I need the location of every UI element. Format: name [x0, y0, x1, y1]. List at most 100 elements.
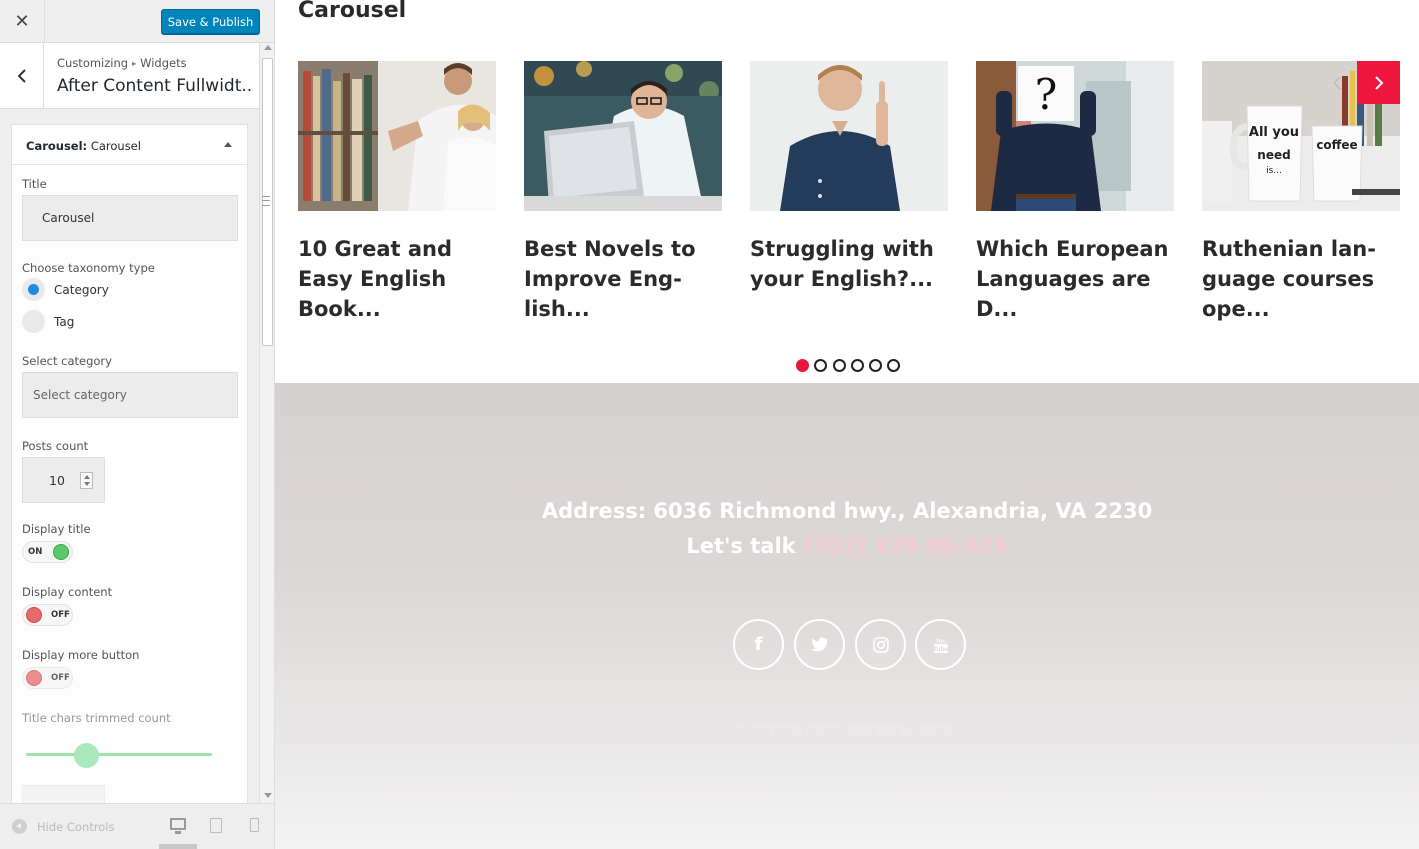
- post-thumbnail[interactable]: ?: [976, 61, 1174, 211]
- widget-title: Carousel: Carousel: [26, 139, 141, 153]
- scroll-up-arrow-icon[interactable]: [264, 45, 272, 50]
- youtube-icon: YouTube: [933, 637, 949, 653]
- svg-text:need: need: [1257, 148, 1290, 162]
- carousel-heading: Carousel: [298, 0, 407, 23]
- toggle-knob: [26, 670, 42, 686]
- toggle-state-label: ON: [28, 547, 43, 557]
- display-more-toggle[interactable]: OFF: [22, 667, 73, 689]
- toggle-knob: [53, 544, 69, 560]
- carousel-card[interactable]: Struggling with your English?...: [750, 61, 949, 294]
- talk-label: Let's talk: [686, 534, 796, 558]
- posts-count-value: 10: [49, 473, 65, 488]
- man-laptop-image: [524, 61, 722, 211]
- copyright-text: © 2017 All rights reserved by spello.: [736, 723, 958, 737]
- display-content-label: Display content: [22, 585, 113, 599]
- carousel-card[interactable]: Best Novels to Improve Eng-lish...: [524, 61, 723, 324]
- breadcrumb-root: Customizing: [57, 56, 129, 70]
- display-title-toggle[interactable]: ON: [22, 541, 73, 563]
- category-select[interactable]: Select category: [22, 372, 238, 418]
- posts-count-label: Posts count: [22, 439, 89, 453]
- back-button[interactable]: [0, 43, 44, 109]
- youtube-button[interactable]: You Tube: [915, 619, 966, 670]
- title-field-label: Title: [22, 177, 47, 191]
- footer-contact: Let's talk (703) 329-06-325: [275, 534, 1419, 558]
- post-thumbnail[interactable]: [524, 61, 722, 211]
- svg-text:?: ?: [1035, 70, 1058, 119]
- tablet-preview-icon[interactable]: [210, 818, 222, 833]
- carousel-card[interactable]: ? Which European Languages are D...: [976, 61, 1175, 324]
- hide-controls-button[interactable]: Hide Controls: [37, 820, 114, 834]
- carousel-pagination: [796, 359, 906, 374]
- display-content-toggle[interactable]: OFF: [22, 604, 73, 626]
- slider-handle[interactable]: [74, 743, 99, 768]
- scroll-down-arrow-icon[interactable]: [264, 793, 272, 798]
- customizer-sidebar: ✕ Save & Publish Customizing ▸ Widgets Aft…: [0, 0, 275, 849]
- carousel-dot[interactable]: [850, 359, 864, 372]
- stepper-arrows-icon[interactable]: [80, 472, 93, 489]
- facebook-button[interactable]: f: [733, 619, 784, 670]
- instagram-button[interactable]: [855, 619, 906, 670]
- carousel-dot[interactable]: [796, 359, 809, 372]
- title-trim-slider[interactable]: [26, 753, 212, 756]
- taxonomy-label: Choose taxonomy type: [22, 261, 155, 275]
- category-field-label: Select category: [22, 354, 112, 368]
- sidebar-resize-grip-icon[interactable]: [262, 196, 270, 206]
- breadcrumb-child: Widgets: [140, 56, 187, 70]
- library-students-image: [298, 61, 496, 211]
- taxonomy-radio-category[interactable]: [22, 278, 45, 301]
- carousel-card[interactable]: 10 Great and Easy English Book...: [298, 61, 497, 324]
- chevron-left-icon: [17, 69, 26, 83]
- posts-count-input[interactable]: 10: [22, 457, 105, 503]
- phone-link[interactable]: (703) 329-06-325: [803, 534, 1008, 558]
- taxonomy-option-tag[interactable]: Tag: [54, 315, 74, 329]
- carousel-widget-panel: Carousel: Carousel Title Carousel Choose…: [11, 124, 248, 825]
- facebook-icon: f: [754, 634, 763, 655]
- man-thinking-image: [750, 61, 948, 211]
- section-header: Customizing ▸ Widgets After Content Fullwi…: [0, 43, 259, 109]
- carousel-next-button[interactable]: [1357, 61, 1400, 104]
- post-title[interactable]: Best Novels to Improve Eng-lish...: [524, 234, 723, 324]
- collapse-triangle-icon[interactable]: [224, 142, 232, 147]
- carousel-dot[interactable]: [814, 359, 828, 372]
- display-title-label: Display title: [22, 522, 91, 536]
- toggle-knob: [26, 607, 42, 623]
- mobile-preview-icon[interactable]: [250, 818, 259, 832]
- active-device-indicator: [159, 844, 197, 849]
- customizer-header: ✕ Save & Publish: [0, 0, 274, 43]
- breadcrumb: Customizing ▸ Widgets: [57, 56, 187, 70]
- svg-text:All you: All you: [1249, 125, 1299, 140]
- post-thumbnail[interactable]: [750, 61, 948, 211]
- post-thumbnail[interactable]: [298, 61, 496, 211]
- svg-text:is...: is...: [1266, 166, 1282, 176]
- toggle-state-label: OFF: [51, 610, 70, 620]
- svg-text:Tube: Tube: [933, 646, 949, 653]
- widget-header[interactable]: Carousel: Carousel: [12, 125, 247, 165]
- site-footer: Address: 6036 Richmond hwy., Alexandria,…: [275, 383, 1419, 849]
- instagram-icon: [872, 636, 889, 653]
- collapse-sidebar-icon[interactable]: [12, 819, 27, 834]
- post-title[interactable]: Struggling with your English?...: [750, 234, 949, 294]
- carousel-dot[interactable]: [869, 359, 883, 372]
- post-title[interactable]: 10 Great and Easy English Book...: [298, 234, 497, 324]
- carousel-prev-button[interactable]: [1315, 61, 1358, 104]
- sidebar-scrollbar[interactable]: [259, 43, 274, 803]
- svg-text:coffee: coffee: [1316, 138, 1357, 152]
- save-publish-button[interactable]: Save & Publish: [161, 9, 260, 34]
- title-input[interactable]: Carousel: [22, 195, 238, 241]
- site-preview: Carousel 10 Great and Easy English Book.…: [275, 0, 1419, 849]
- post-title[interactable]: Ruthenian lan-guage courses ope...: [1202, 234, 1401, 324]
- taxonomy-radio-tag[interactable]: [22, 310, 45, 333]
- carousel-dot[interactable]: [832, 359, 846, 372]
- post-title[interactable]: Which European Languages are D...: [976, 234, 1175, 324]
- customizer-footer: Hide Controls: [0, 803, 274, 849]
- taxonomy-option-category[interactable]: Category: [54, 283, 109, 297]
- toggle-state-label: OFF: [51, 673, 70, 683]
- desktop-preview-icon[interactable]: [170, 818, 186, 834]
- widget-type: Carousel:: [26, 139, 88, 153]
- carousel-dot[interactable]: [887, 359, 901, 372]
- svg-text:You: You: [934, 637, 946, 645]
- display-more-label: Display more button: [22, 648, 140, 662]
- close-customizer-button[interactable]: ✕: [0, 0, 45, 43]
- question-mark-man-image: ?: [976, 61, 1174, 211]
- twitter-button[interactable]: [794, 619, 845, 670]
